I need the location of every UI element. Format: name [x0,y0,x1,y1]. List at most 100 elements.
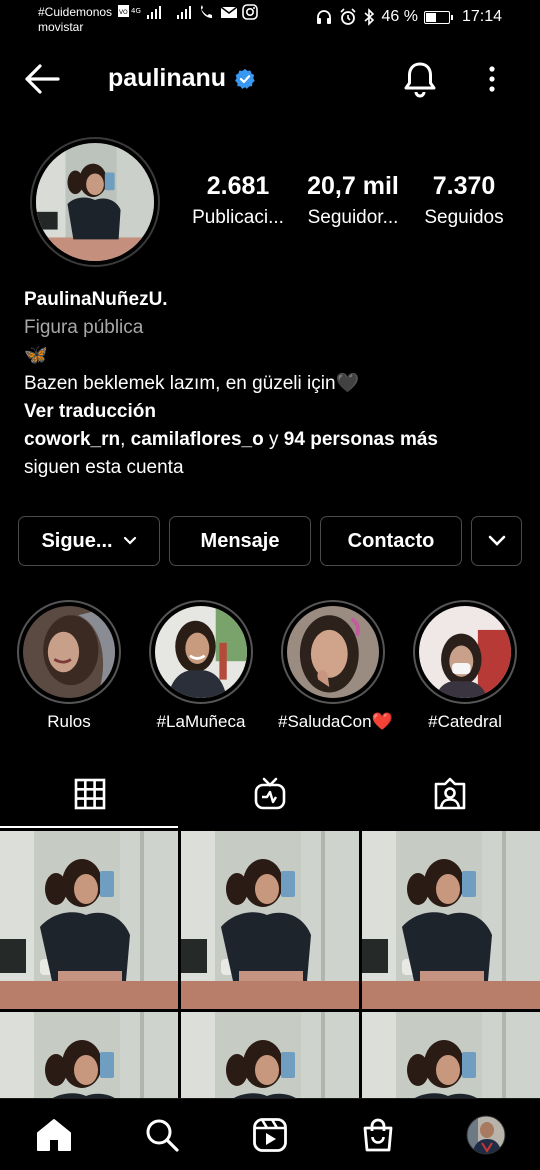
profile-bio: PaulinaNuñezU. Figura pública 🦋 Bazen be… [24,286,524,482]
follower-link-2[interactable]: camilaflores_o [131,429,264,450]
category-label: Figura pública [24,317,144,338]
highlight-cover [287,606,379,698]
highlight-label: #LaMuñeca [156,712,246,731]
wifi-calling-icon [201,5,213,18]
message-button-label: Mensaje [200,529,280,552]
svg-text:VO: VO [119,9,128,16]
search-icon [146,1119,179,1152]
clock: 17:14 [461,8,502,25]
nav-reels[interactable] [248,1113,292,1157]
bio-text: Bazen beklemek lazım, en güzeli için🖤 [24,373,360,394]
highlight-ring [17,600,121,704]
posts-grid [0,831,540,1101]
followers-label: Seguidor... [307,207,399,228]
battery-icon [423,10,453,24]
nav-home[interactable] [32,1113,76,1157]
instagram-notif-icon [242,4,258,20]
reels-icon [253,1118,287,1152]
more-options-button[interactable] [478,64,506,94]
followers-more-link[interactable]: 94 personas más [284,429,438,450]
svg-text:4G: 4G [131,7,141,15]
followed-by-line[interactable]: cowork_rn, camilaflores_o y 94 personas … [24,426,524,454]
followers-count: 20,7 mil [307,172,399,200]
post-thumbnail[interactable] [362,1012,540,1101]
home-icon [37,1119,71,1151]
following-label: Seguidos [424,207,504,228]
signal-icon [147,6,162,19]
highlight-ring [149,600,253,704]
see-translation-link[interactable]: Ver traducción [24,398,524,426]
suggested-accounts-button[interactable] [471,516,522,566]
follower-separator-1: , [120,429,131,450]
headphones-icon [317,10,332,24]
tab-tagged[interactable] [360,760,540,828]
highlight-label: #SaludaCon❤️ [278,712,393,731]
nav-search[interactable] [140,1113,184,1157]
story-highlights: Rulos #LaMuñeca #SaludaCon❤️ #Catedral [0,600,540,740]
highlight-item[interactable]: #LaMuñeca [146,600,256,732]
grid-icon [74,778,106,810]
highlight-ring [281,600,385,704]
highlight-cover [155,606,247,698]
following-dropdown-button[interactable]: Sigue... [18,516,160,566]
profile-header: paulinanu [0,52,540,106]
highlight-item[interactable]: Rulos [14,600,124,732]
profile-actions: Sigue... Mensaje Contacto [18,516,522,568]
following-stat[interactable]: 7.370 Seguidos [416,172,512,229]
post-thumbnail[interactable] [181,831,359,1009]
message-button[interactable]: Mensaje [169,516,311,566]
signal-icons: VO 4G [118,4,258,20]
nav-shop[interactable] [356,1113,400,1157]
profile-tabs [0,760,540,830]
bell-icon [404,62,436,98]
display-name: PaulinaNuñezU. [24,289,168,310]
post-thumbnail[interactable] [0,831,178,1009]
battery-text: 46 % [381,8,418,25]
username-title: paulinanu [108,64,256,93]
chevron-down-icon [123,536,136,545]
nav-profile[interactable] [464,1113,508,1157]
shop-bag-icon [363,1118,393,1152]
verified-badge-icon [235,68,255,89]
carrier-bottom-label: movistar [38,20,84,34]
carrier-top-label: #Cuidemonos [38,5,113,19]
status-left: #Cuidemonos VO 4G movistar [38,4,258,34]
signal-2-icon [177,6,192,19]
posts-stat[interactable]: 2.681 Publicaci... [186,172,290,229]
notifications-bell-button[interactable] [402,60,438,98]
following-button-label: Sigue... [41,529,113,552]
username-text: paulinanu [108,64,227,92]
post-thumbnail[interactable] [362,831,540,1009]
contact-button[interactable]: Contacto [320,516,462,566]
followers-stat[interactable]: 20,7 mil Seguidor... [300,172,406,229]
follower-link-1[interactable]: cowork_rn [24,429,120,450]
alarm-icon [340,8,357,25]
posts-label: Publicaci... [192,207,284,228]
profile-avatar-ring[interactable] [30,137,160,267]
highlight-cover [23,606,115,698]
profile-avatar-icon [466,1115,506,1155]
post-thumbnail[interactable] [181,1012,359,1101]
highlight-ring [413,600,517,704]
highlight-item[interactable]: #SaludaCon❤️ [278,600,393,732]
followed-by-tail: siguen esta cuenta [24,457,184,478]
contact-button-label: Contacto [347,529,435,552]
highlight-item[interactable]: #Catedral [410,600,520,732]
following-count: 7.370 [432,172,496,200]
highlight-label: Rulos [47,712,91,731]
posts-count: 2.681 [206,172,270,200]
volte-icon: VO 4G [118,5,141,17]
post-thumbnail[interactable] [0,1012,178,1101]
status-right: 46 % 17:14 [315,8,502,26]
highlight-label: #Catedral [428,712,502,731]
back-button[interactable] [22,62,62,96]
status-bar: #Cuidemonos VO 4G movistar 46 % 17:14 [0,0,540,44]
tab-igtv[interactable] [180,760,360,828]
mail-icon [220,6,238,18]
follower-separator-2: y [263,429,284,450]
igtv-icon [254,777,286,810]
back-arrow-icon [25,64,60,94]
profile-avatar [36,143,154,261]
tagged-icon [434,777,466,810]
tab-posts-grid[interactable] [0,760,180,828]
